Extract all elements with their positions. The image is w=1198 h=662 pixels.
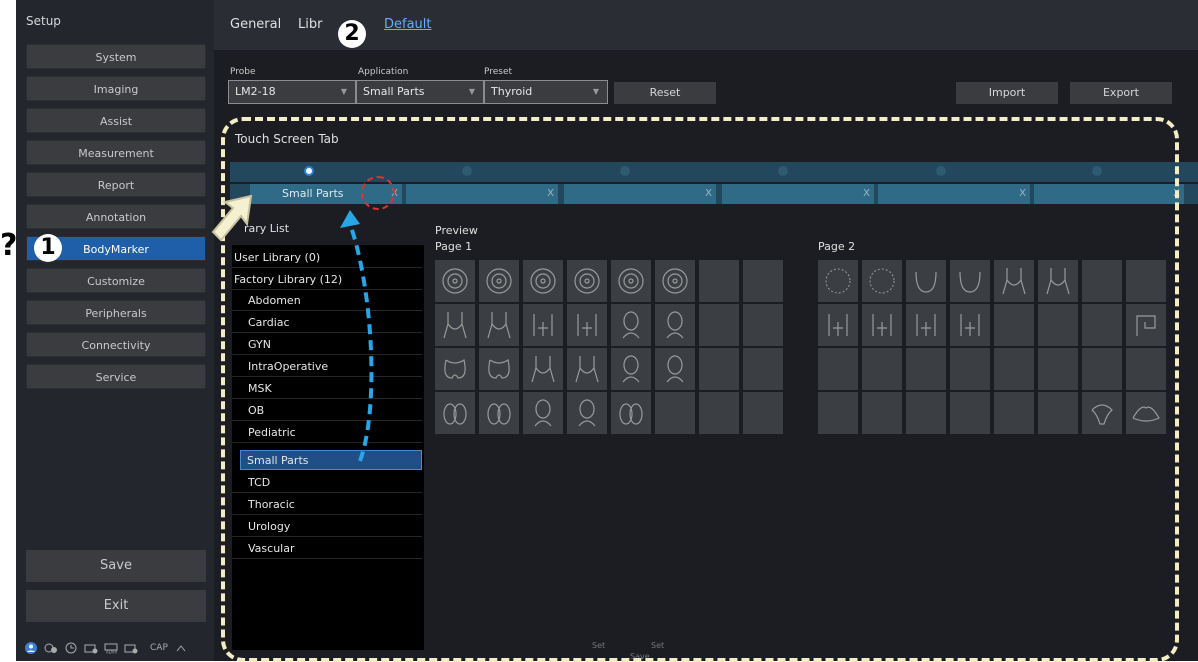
curved-arrow-icon <box>340 210 374 462</box>
setup-sidebar: Setup System Imaging Assist Measurement … <box>16 0 214 661</box>
sidebar-item-system[interactable]: System <box>26 44 206 69</box>
clock-icon <box>65 642 77 654</box>
probe-value: LM2-18 <box>235 85 276 98</box>
exit-button[interactable]: Exit <box>26 590 206 622</box>
network-off-icon <box>44 643 57 653</box>
close-highlight-circle <box>361 176 395 210</box>
application-value: Small Parts <box>363 85 425 98</box>
step-2-badge: 2 <box>338 20 366 48</box>
caps-lock-indicator: CAP <box>150 643 168 653</box>
probe-label: Probe <box>230 67 256 77</box>
save-button[interactable]: Save <box>26 550 206 582</box>
chevron-up-icon[interactable] <box>174 642 188 654</box>
dropdown-arrow-icon: ▼ <box>340 87 347 96</box>
sidebar-item-report[interactable]: Report <box>26 172 206 197</box>
export-button[interactable]: Export <box>1070 82 1172 104</box>
application-select[interactable]: Small Parts ▼ <box>356 80 484 104</box>
sidebar-item-service[interactable]: Service <box>26 364 206 389</box>
step-1-badge: 1 <box>34 234 62 262</box>
pointer-arrow-icon <box>211 194 253 242</box>
probe-select[interactable]: LM2-18 ▼ <box>228 80 356 104</box>
reset-button[interactable]: Reset <box>614 82 716 104</box>
preset-value: Thyroid <box>491 85 533 98</box>
status-bar: ADVR CAP <box>24 640 188 656</box>
import-button[interactable]: Import <box>956 82 1058 104</box>
application-label: Application <box>358 67 409 77</box>
sidebar-item-annotation[interactable]: Annotation <box>26 204 206 229</box>
sidebar-item-measurement[interactable]: Measurement <box>26 140 206 165</box>
question-mark: ? <box>0 228 18 263</box>
dropdown-arrow-icon: ▼ <box>592 87 599 96</box>
preset-select[interactable]: Thyroid ▼ <box>484 80 608 104</box>
sidebar-item-imaging[interactable]: Imaging <box>26 76 206 101</box>
printer-off-icon <box>84 644 98 654</box>
sidebar-item-connectivity[interactable]: Connectivity <box>26 332 206 357</box>
preset-label: Preset <box>484 67 513 77</box>
sidebar-title: Setup <box>26 14 61 28</box>
tab-library[interactable]: Libr <box>298 17 322 32</box>
sidebar-item-peripherals[interactable]: Peripherals <box>26 300 206 325</box>
dvr-icon: ADVR <box>104 643 118 655</box>
user-icon <box>25 642 37 654</box>
sidebar-item-assist[interactable]: Assist <box>26 108 206 133</box>
tab-general[interactable]: General <box>230 17 281 32</box>
dropdown-arrow-icon: ▼ <box>468 87 475 96</box>
tab-default[interactable]: Default <box>384 17 432 32</box>
sidebar-item-customize[interactable]: Customize <box>26 268 206 293</box>
svg-text:ADVR: ADVR <box>106 650 117 655</box>
storage-off-icon <box>124 644 138 654</box>
